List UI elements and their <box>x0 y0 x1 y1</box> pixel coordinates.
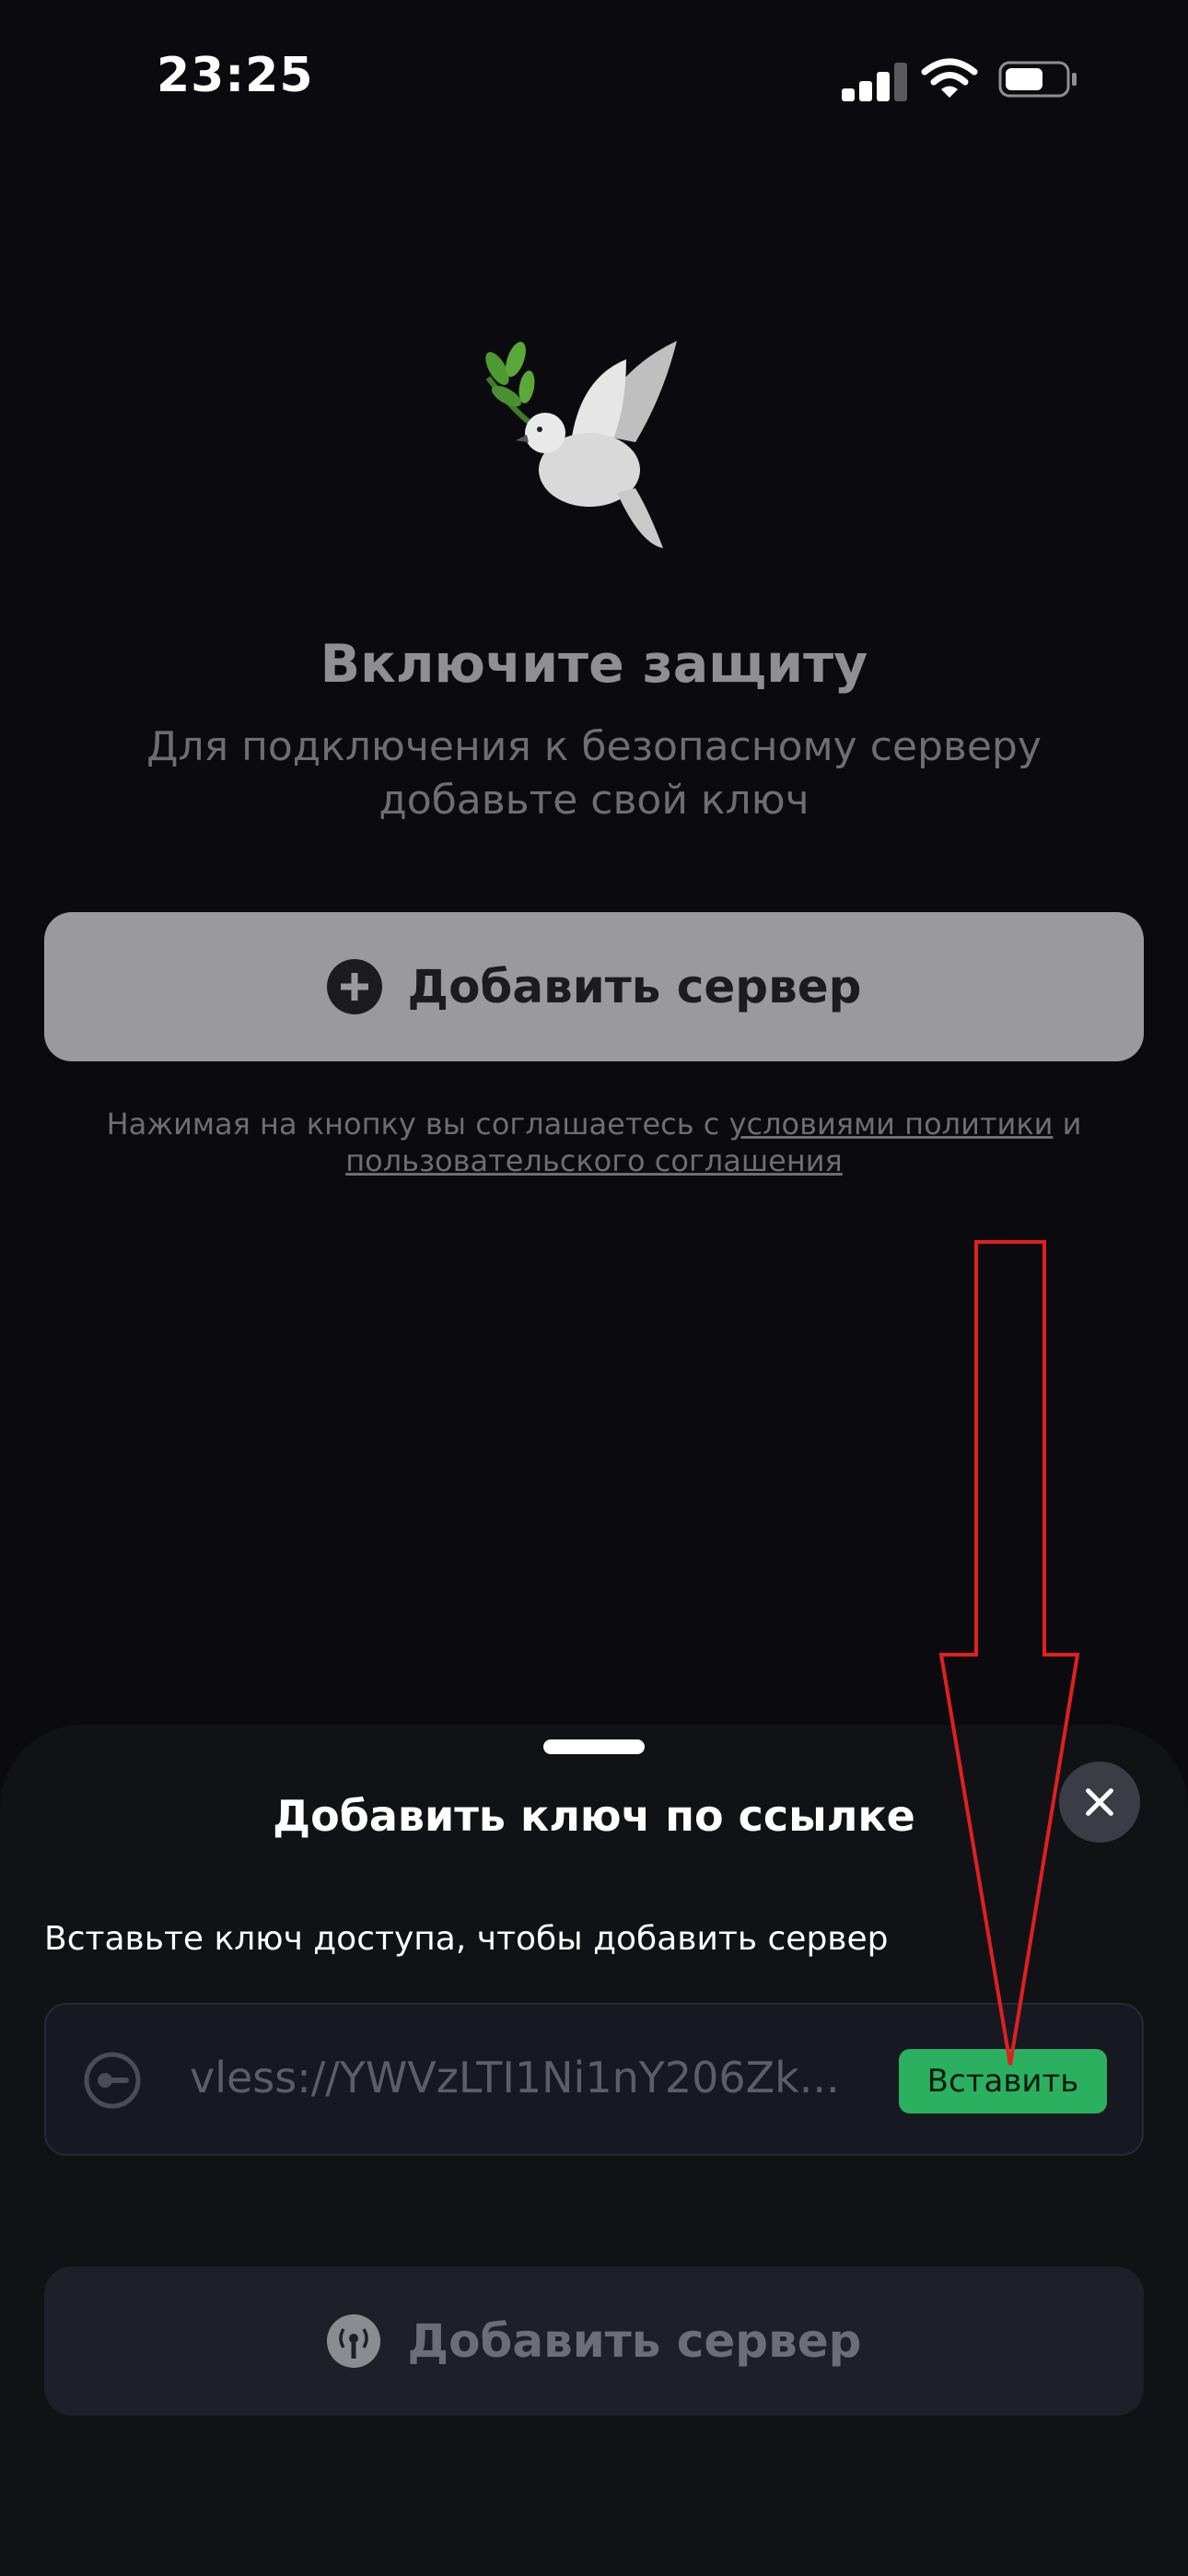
antenna-icon <box>326 2314 380 2368</box>
dove-icon <box>485 341 677 548</box>
page-subtitle: Для подключения к безопасному серверу до… <box>146 723 1042 824</box>
add-server-label: Добавить сервер <box>407 960 862 1013</box>
add-server-submit-label: Добавить сервер <box>407 2314 862 2368</box>
plus-circle-icon <box>326 959 382 1014</box>
key-input[interactable]: vless://YWVzLTI1Ni1nY206Zk... <box>190 2045 917 2110</box>
status-time: 23:25 <box>157 48 314 103</box>
sheet-grabber[interactable] <box>543 1739 645 1754</box>
wifi-icon <box>921 58 978 98</box>
terms-text: Нажимая на кнопку вы соглашаетесь с усло… <box>106 1107 1082 1178</box>
policy-link[interactable]: условиями политики <box>729 1107 1054 1142</box>
add-server-submit-button[interactable]: Добавить сервер <box>44 2266 1144 2416</box>
page-title: Включите защиту <box>320 634 868 695</box>
cellular-signal-icon <box>842 61 907 101</box>
key-icon <box>84 2052 141 2109</box>
annotation-arrow <box>938 1240 1080 2066</box>
battery-icon <box>998 61 1077 98</box>
sheet-instruction: Вставьте ключ доступа, чтобы добавить се… <box>44 1920 889 1958</box>
add-server-button[interactable]: Добавить сервер <box>44 912 1144 1061</box>
user-agreement-link[interactable]: пользовательского соглашения <box>345 1143 843 1178</box>
